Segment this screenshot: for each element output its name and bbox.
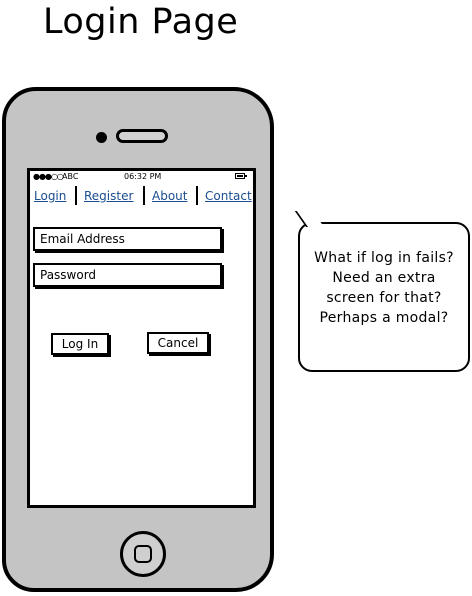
carrier-label: ABC [62, 172, 79, 181]
callout-tail [294, 211, 324, 227]
nav-divider [75, 186, 77, 205]
cancel-button[interactable]: Cancel [147, 332, 209, 354]
nav-link-contact[interactable]: Contact [205, 189, 252, 203]
annotation-callout: What if log in fails? Need an extra scre… [294, 211, 470, 372]
login-button[interactable]: Log In [51, 333, 109, 355]
status-bar: ●●●○○ ABC 06:32 PM [30, 171, 253, 183]
nav-divider [196, 186, 198, 205]
nav-link-login[interactable]: Login [34, 189, 66, 203]
status-time: 06:32 PM [124, 172, 162, 181]
home-button[interactable] [120, 531, 166, 577]
camera-icon [96, 132, 107, 143]
nav-bar: Login Register About Contact [30, 186, 253, 210]
phone-screen: ●●●○○ ABC 06:32 PM Login Register About … [27, 168, 256, 508]
nav-link-register[interactable]: Register [84, 189, 133, 203]
wireframe-canvas: Login Page ●●●○○ ABC 06:32 PM Login Regi… [0, 0, 472, 596]
speaker-icon [116, 129, 168, 143]
page-title: Login Page [43, 2, 239, 42]
email-field[interactable]: Email Address [33, 227, 222, 251]
home-square-icon [134, 545, 152, 563]
phone-frame: ●●●○○ ABC 06:32 PM Login Register About … [2, 87, 274, 592]
nav-divider [143, 186, 145, 205]
signal-icon: ●●●○○ [33, 172, 64, 181]
password-field[interactable]: Password [33, 263, 222, 287]
nav-link-about[interactable]: About [152, 189, 187, 203]
annotation-text: What if log in fails? Need an extra scre… [314, 250, 454, 326]
battery-icon [235, 173, 247, 179]
